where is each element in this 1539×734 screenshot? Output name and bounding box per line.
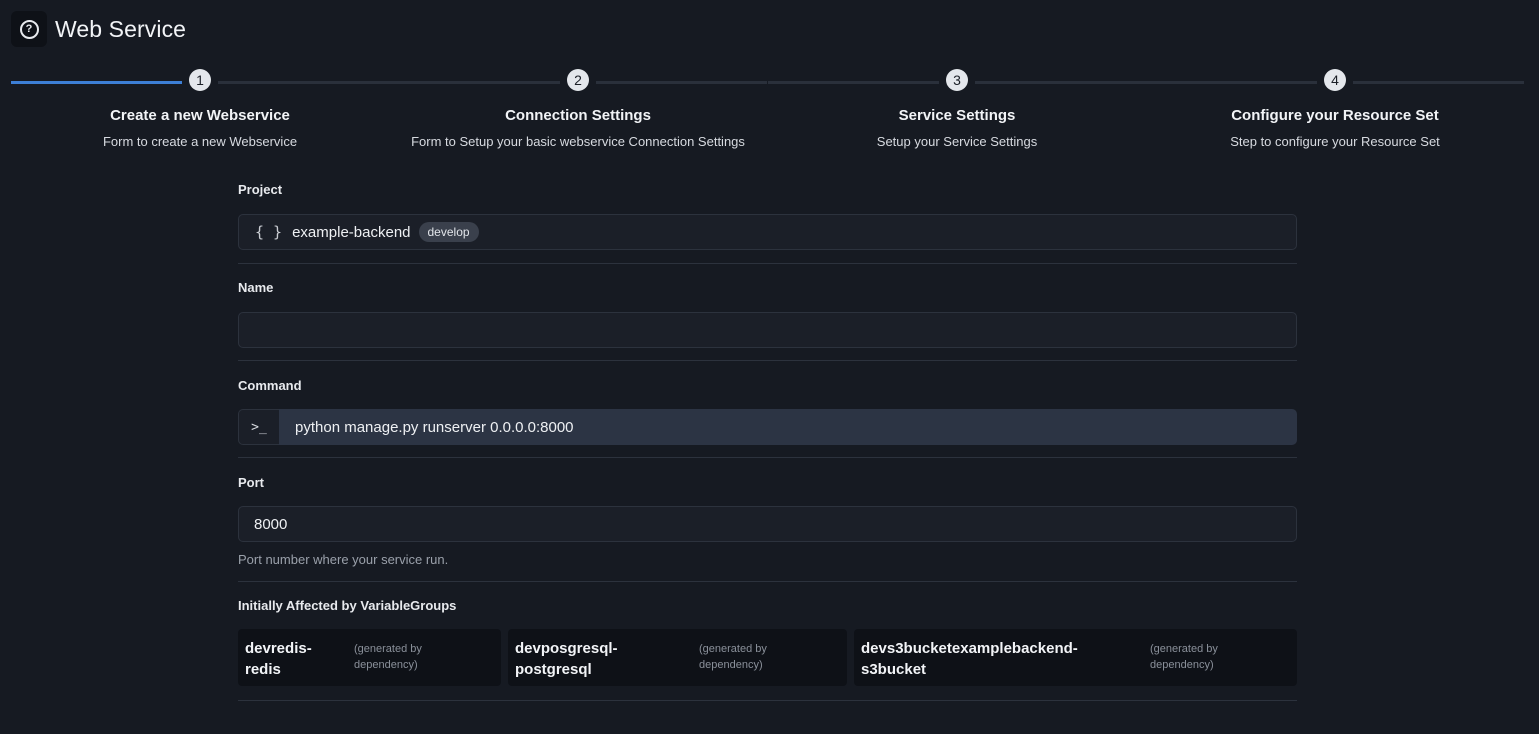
port-label: Port bbox=[238, 475, 264, 490]
step-subtitle: Form to Setup your basic webservice Conn… bbox=[411, 134, 745, 149]
step-2[interactable]: 2 Connection Settings Form to Setup your… bbox=[389, 67, 767, 167]
variable-group-name: devredis- redis bbox=[245, 640, 312, 678]
step-progress-line bbox=[11, 81, 182, 84]
variable-group-note: (generated by dependency) bbox=[699, 643, 767, 671]
name-input[interactable] bbox=[238, 312, 1297, 348]
variable-group-card[interactable]: devredis- redis (generated by dependency… bbox=[238, 629, 501, 686]
step-3[interactable]: 3 Service Settings Setup your Service Se… bbox=[768, 67, 1146, 167]
step-connector-line bbox=[1146, 81, 1317, 84]
variable-group-name: devs3bucketexamplebackend- s3bucket bbox=[861, 640, 1078, 678]
step-connector-line bbox=[596, 81, 767, 84]
command-input[interactable]: python manage.py runserver 0.0.0.0:8000 bbox=[279, 409, 1297, 445]
page-header: ? Web Service bbox=[11, 11, 186, 47]
port-field: Port 8000 Port number where your service… bbox=[238, 458, 1297, 582]
step-number: 2 bbox=[567, 69, 589, 91]
webservice-form: Project { } example-backend develop Name… bbox=[238, 182, 1297, 701]
variable-group-note: (generated by dependency) bbox=[1150, 643, 1218, 671]
command-field: Command >_ python manage.py runserver 0.… bbox=[238, 361, 1297, 458]
variable-groups-section: Initially Affected by VariableGroups dev… bbox=[238, 582, 1297, 701]
step-number: 3 bbox=[946, 69, 968, 91]
name-field: Name bbox=[238, 264, 1297, 361]
step-1[interactable]: 1 Create a new Webservice Form to create… bbox=[11, 67, 389, 167]
step-title: Connection Settings bbox=[505, 107, 651, 124]
port-helper-text: Port number where your service run. bbox=[238, 552, 449, 567]
project-select[interactable]: { } example-backend develop bbox=[238, 214, 1297, 250]
variable-groups-list: devredis- redis (generated by dependency… bbox=[238, 629, 1297, 686]
port-input[interactable]: 8000 bbox=[238, 506, 1297, 542]
step-title: Create a new Webservice bbox=[110, 107, 290, 124]
help-button[interactable]: ? bbox=[11, 11, 47, 47]
step-subtitle: Setup your Service Settings bbox=[876, 134, 1038, 149]
step-title: Configure your Resource Set bbox=[1231, 107, 1439, 124]
step-connector-line bbox=[389, 81, 560, 84]
step-connector-line bbox=[218, 81, 389, 84]
page-title: Web Service bbox=[55, 15, 187, 42]
braces-icon: { } bbox=[255, 223, 283, 241]
step-connector-line bbox=[975, 81, 1146, 84]
step-connector-line bbox=[768, 81, 939, 84]
project-name: example-backend bbox=[292, 223, 411, 241]
variable-group-card[interactable]: devs3bucketexamplebackend- s3bucket (gen… bbox=[854, 629, 1297, 686]
stepper: 1 Create a new Webservice Form to create… bbox=[11, 67, 1524, 167]
branch-badge: develop bbox=[418, 222, 479, 242]
command-input-group: >_ python manage.py runserver 0.0.0.0:80… bbox=[238, 409, 1297, 445]
project-label: Project bbox=[238, 182, 283, 197]
step-connector-line bbox=[1353, 81, 1524, 84]
step-subtitle: Form to create a new Webservice bbox=[102, 134, 298, 149]
variable-groups-label: Initially Affected by VariableGroups bbox=[238, 598, 457, 613]
command-label: Command bbox=[238, 378, 302, 393]
question-circle-icon: ? bbox=[19, 19, 39, 39]
step-title: Service Settings bbox=[898, 107, 1016, 124]
name-label: Name bbox=[238, 280, 274, 295]
variable-group-note: (generated by dependency) bbox=[354, 643, 422, 671]
step-subtitle: Step to configure your Resource Set bbox=[1230, 134, 1440, 149]
step-4[interactable]: 4 Configure your Resource Set Step to co… bbox=[1146, 67, 1524, 167]
step-number: 4 bbox=[1324, 69, 1346, 91]
variable-group-name: devposgresql- postgresql bbox=[515, 640, 618, 678]
variable-group-card[interactable]: devposgresql- postgresql (generated by d… bbox=[508, 629, 847, 686]
terminal-icon: >_ bbox=[238, 409, 279, 445]
project-field: Project { } example-backend develop bbox=[238, 182, 1297, 264]
step-number: 1 bbox=[189, 69, 211, 91]
